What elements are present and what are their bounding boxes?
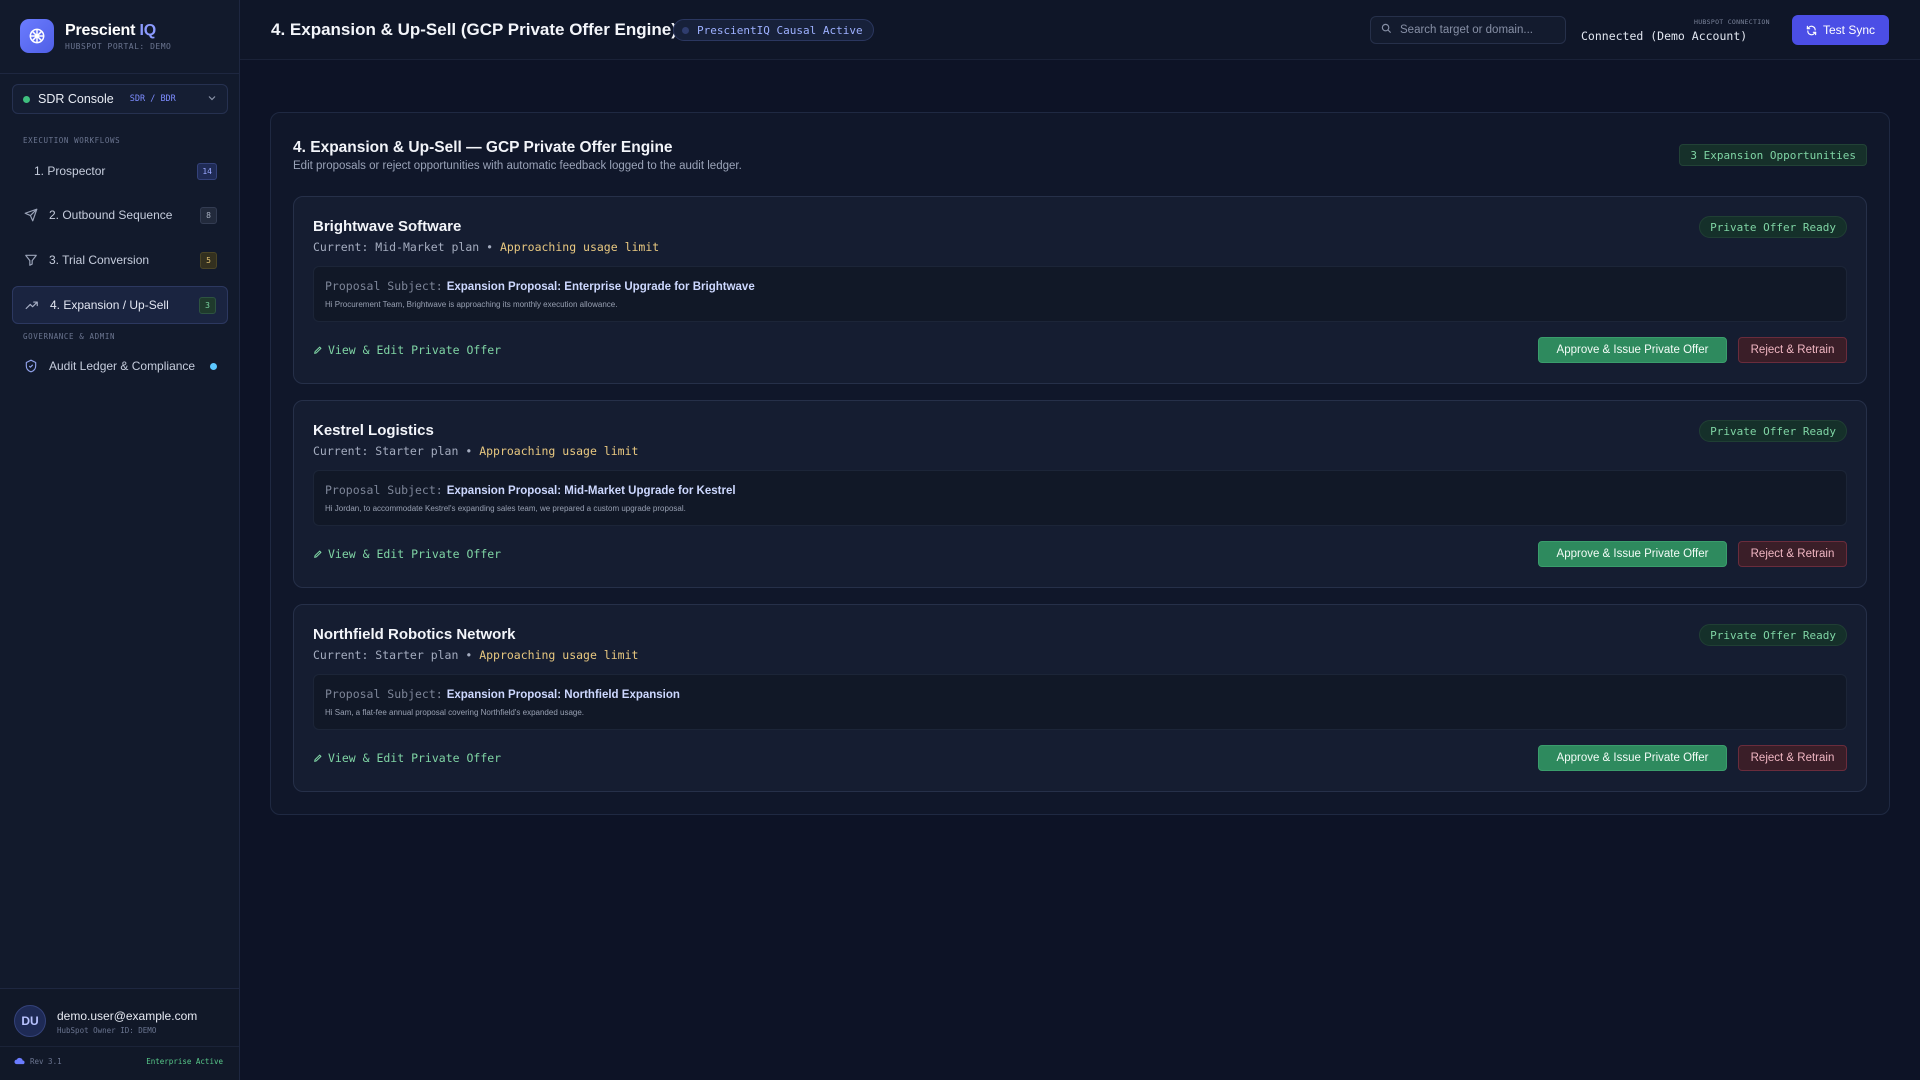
proposal-label: Proposal Subject: — [325, 687, 443, 701]
view-edit-offer-link[interactable]: View & Edit Private Offer — [313, 343, 501, 357]
online-status-dot — [23, 95, 30, 103]
status-text: PrescientIQ Causal Active — [697, 23, 863, 37]
company-name: Kestrel Logistics — [313, 422, 434, 439]
cloud-icon — [14, 1056, 25, 1067]
sidebar-item-trial-conversion[interactable]: 3. Trial Conversion 5 — [12, 241, 228, 279]
chevron-down-icon — [207, 90, 217, 108]
search-box[interactable] — [1370, 16, 1566, 44]
divider — [0, 73, 239, 74]
connection-label: HUBSPOT CONNECTION — [1694, 18, 1770, 26]
sidebar-item-prospector[interactable]: 1. Prospector 14 — [12, 152, 228, 190]
usage-warning: Approaching usage limit — [499, 240, 660, 254]
company-name: Brightwave Software — [313, 218, 462, 235]
sidebar-item-audit-ledger[interactable]: Audit Ledger & Compliance — [12, 347, 228, 385]
count-badge: 5 — [200, 251, 217, 269]
proposal-label: Proposal Subject: — [325, 483, 443, 497]
section-label-governance: GOVERNANCE & ADMIN — [23, 332, 116, 341]
opportunity-card: Kestrel Logistics Current: Starter plan … — [293, 400, 1867, 588]
brand[interactable]: Prescient IQ HUBSPOT PORTAL: DEMO — [20, 19, 171, 53]
sidebar-item-label: 4. Expansion / Up-Sell — [50, 298, 169, 312]
company-name: Northfield Robotics Network — [313, 626, 516, 643]
user-panel: DU demo.user@example.com HubSpot Owner I… — [0, 988, 239, 1080]
proposal-subject: Expansion Proposal: Northfield Expansion — [446, 689, 680, 701]
count-badge: 3 — [199, 296, 216, 314]
view-edit-offer-link[interactable]: View & Edit Private Offer — [313, 547, 501, 561]
connection-status: Connected (Demo Account) — [1581, 29, 1748, 43]
user-email: demo.user@example.com — [57, 1009, 198, 1023]
status-badge: Private Offer Ready — [1699, 624, 1847, 646]
proposal-body: Hi Sam, a flat-fee annual proposal cover… — [325, 708, 585, 717]
console-role: SDR / BDR — [129, 94, 176, 104]
proposal-body: Hi Procurement Team, Brightwave is appro… — [325, 300, 618, 309]
usage-warning: Approaching usage limit — [479, 648, 639, 662]
sidebar-item-label: 1. Prospector — [34, 164, 106, 178]
avatar[interactable]: DU — [14, 1005, 46, 1037]
revision-info: Rev 3.1 — [14, 1056, 62, 1067]
plan-status: Enterprise Active — [146, 1057, 223, 1066]
proposal-label: Proposal Subject: — [325, 279, 443, 293]
brain-logo-icon — [20, 19, 54, 53]
usage-warning: Approaching usage limit — [479, 444, 639, 458]
status-badge: Private Offer Ready — [1699, 420, 1847, 442]
test-sync-button[interactable]: Test Sync — [1792, 15, 1889, 45]
proposal-body: Hi Jordan, to accommodate Kestrel's expa… — [325, 504, 686, 513]
approve-offer-button[interactable]: Approve & Issue Private Offer — [1538, 541, 1727, 567]
page-title: 4. Expansion & Up-Sell (GCP Private Offe… — [271, 20, 677, 39]
status-dot — [682, 26, 689, 34]
refresh-icon — [1806, 25, 1817, 35]
divider — [0, 1046, 239, 1047]
opportunity-card: Brightwave Software Current: Mid-Market … — [293, 196, 1867, 384]
notification-dot — [210, 362, 217, 370]
test-sync-label: Test Sync — [1822, 23, 1876, 37]
console-selector[interactable]: SDR Console SDR / BDR — [12, 84, 228, 114]
count-badge: 8 — [200, 206, 217, 224]
panel-title: 4. Expansion & Up-Sell — GCP Private Off… — [293, 139, 673, 156]
reject-retrain-button[interactable]: Reject & Retrain — [1738, 337, 1847, 363]
revision-label: Rev 3.1 — [30, 1057, 62, 1066]
proposal-preview: Proposal Subject: Expansion Proposal: Nor… — [313, 674, 1847, 730]
approve-offer-button[interactable]: Approve & Issue Private Offer — [1538, 745, 1727, 771]
pencil-icon — [314, 754, 322, 762]
search-icon — [1381, 21, 1392, 39]
shield-icon — [23, 358, 39, 374]
opportunity-card: Northfield Robotics Network Current: Sta… — [293, 604, 1867, 792]
status-badge: PrescientIQ Causal Active — [673, 19, 874, 41]
search-input[interactable] — [1400, 24, 1550, 36]
trending-up-icon — [24, 297, 40, 313]
filter-icon — [23, 252, 39, 268]
console-label: SDR Console — [38, 92, 114, 106]
sidebar-item-label: 3. Trial Conversion — [49, 253, 150, 267]
top-header: 4. Expansion & Up-Sell (GCP Private Offe… — [240, 0, 1920, 60]
owner-id: HubSpot Owner ID: DEMO — [57, 1026, 157, 1035]
section-label-execution: EXECUTION WORKFLOWS — [23, 136, 121, 145]
reject-retrain-button[interactable]: Reject & Retrain — [1738, 541, 1847, 567]
brand-name: Prescient IQ — [65, 21, 156, 39]
plan-info: Current: Starter plan • Approaching usag… — [313, 648, 639, 662]
proposal-subject: Expansion Proposal: Enterprise Upgrade f… — [446, 281, 755, 293]
plan-info: Current: Mid-Market plan • Approaching u… — [313, 240, 660, 254]
plan-info: Current: Starter plan • Approaching usag… — [313, 444, 639, 458]
send-icon — [23, 207, 39, 223]
sidebar-item-label: 2. Outbound Sequence — [49, 208, 173, 222]
sidebar-item-expansion-upsell[interactable]: 4. Expansion / Up-Sell 3 — [12, 286, 228, 324]
status-badge: Private Offer Ready — [1699, 216, 1847, 238]
portal-label: HUBSPOT PORTAL: DEMO — [65, 41, 172, 51]
proposal-subject: Expansion Proposal: Mid-Market Upgrade f… — [446, 485, 736, 497]
proposal-preview: Proposal Subject: Expansion Proposal: Mid… — [313, 470, 1847, 526]
pencil-icon — [314, 550, 322, 558]
sidebar-item-outbound-sequence[interactable]: 2. Outbound Sequence 8 — [12, 196, 228, 234]
sidebar-item-label: Audit Ledger & Compliance — [49, 359, 196, 373]
view-edit-offer-link[interactable]: View & Edit Private Offer — [313, 751, 501, 765]
count-badge: 14 — [197, 162, 217, 180]
opportunity-count-badge: 3 Expansion Opportunities — [1679, 144, 1867, 166]
reject-retrain-button[interactable]: Reject & Retrain — [1738, 745, 1847, 771]
expansion-panel: 4. Expansion & Up-Sell — GCP Private Off… — [270, 112, 1890, 815]
panel-subtitle: Edit proposals or reject opportunities w… — [293, 160, 742, 172]
sidebar: Prescient IQ HUBSPOT PORTAL: DEMO SDR Co… — [0, 0, 240, 1080]
approve-offer-button[interactable]: Approve & Issue Private Offer — [1538, 337, 1727, 363]
proposal-preview: Proposal Subject: Expansion Proposal: Ent… — [313, 266, 1847, 322]
pencil-icon — [314, 346, 322, 354]
